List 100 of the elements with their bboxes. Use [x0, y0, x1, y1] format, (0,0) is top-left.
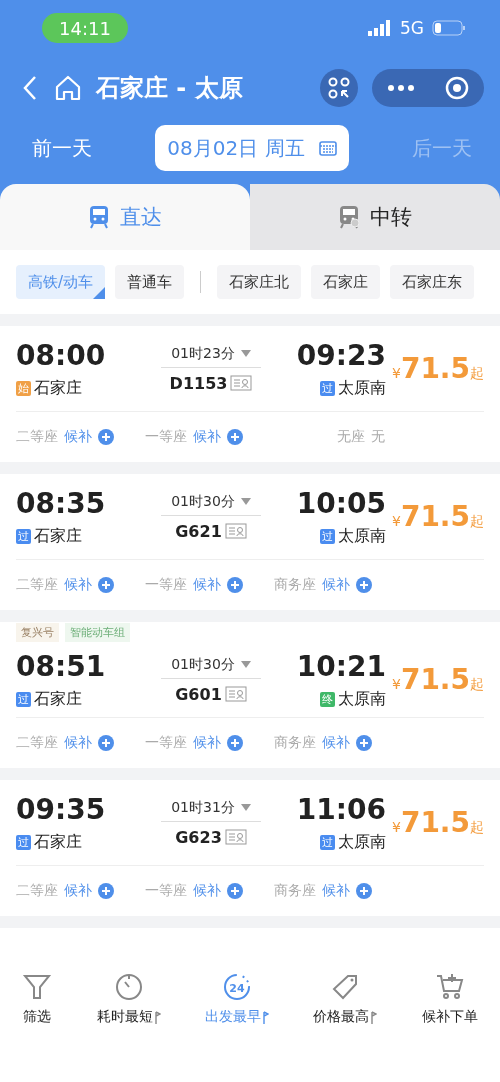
- price-suffix: 起: [470, 819, 484, 837]
- add-icon[interactable]: [98, 577, 114, 593]
- station-badge: 过: [320, 380, 335, 396]
- train-card[interactable]: 08:35 过 石家庄 01时30分 G621 10:05 过 太原南 ¥71.5起 二等座 候补 一等座 候补 商务座 候补: [0, 474, 500, 610]
- seat-status[interactable]: 候补: [64, 576, 92, 594]
- station-badge: 过: [16, 834, 31, 850]
- arrival-station: 太原南: [338, 525, 386, 547]
- more-icon[interactable]: [386, 83, 416, 93]
- add-icon[interactable]: [356, 735, 372, 751]
- seat-status[interactable]: 候补: [64, 882, 92, 900]
- train-card[interactable]: 08:00 始 石家庄 01时23分 D1153 09:23 过 太原南 ¥71.5起 二等座 候补 一等座 候补 无座 无: [0, 326, 500, 462]
- seat-status[interactable]: 候补: [64, 734, 92, 752]
- departure-time: 09:35: [16, 792, 106, 826]
- timer-icon: [113, 972, 144, 1002]
- sort-option[interactable]: 耗时最短: [92, 972, 165, 1028]
- dropdown-icon[interactable]: [240, 349, 251, 358]
- price: 71.5: [400, 352, 470, 385]
- currency-symbol: ¥: [392, 513, 401, 529]
- seat-status[interactable]: 候补: [193, 428, 221, 446]
- train-number: G623: [175, 827, 222, 847]
- calendar-icon: [318, 140, 337, 156]
- filter-chip[interactable]: 石家庄东: [390, 265, 475, 299]
- seat-status[interactable]: 候补: [193, 882, 221, 900]
- station-badge: 过: [320, 528, 335, 544]
- train-card[interactable]: 复兴号 智能动车组 08:51 过 石家庄 01时30分 G601 10:21 终 太原南 ¥71.5起 二等座 候补 一等座 候补 商务座 候补: [0, 622, 500, 768]
- add-icon[interactable]: [227, 735, 243, 751]
- departure-station: 石家庄: [34, 525, 82, 547]
- duration: 01时31分: [171, 798, 235, 817]
- filter-chip[interactable]: 石家庄北: [217, 265, 302, 299]
- signal-icon: [368, 20, 392, 36]
- ticket-info-icon: [224, 686, 247, 702]
- sort-option[interactable]: 价格最高: [309, 972, 382, 1028]
- departure-station: 石家庄: [34, 831, 82, 853]
- filter-chip[interactable]: 石家庄: [311, 265, 381, 299]
- duration: 01时30分: [171, 655, 235, 674]
- transfer-train-icon: [338, 205, 360, 229]
- seat-class: 二等座: [16, 882, 58, 900]
- seat-status[interactable]: 候补: [64, 428, 92, 446]
- departure-time: 08:51: [16, 649, 106, 683]
- duration: 01时23分: [171, 344, 235, 363]
- previous-day-link[interactable]: 前一天: [32, 134, 92, 162]
- dropdown-icon[interactable]: [240, 497, 251, 506]
- seat-class: 二等座: [16, 428, 58, 446]
- home-icon[interactable]: [54, 74, 82, 102]
- train-card[interactable]: 09:35 过 石家庄 01时31分 G623 11:06 过 太原南 ¥71.5起 二等座 候补 一等座 候补 商务座 候补: [0, 780, 500, 916]
- add-icon[interactable]: [227, 883, 243, 899]
- train-number: D1153: [169, 373, 228, 393]
- train-tag: 复兴号: [16, 622, 59, 642]
- price-suffix: 起: [470, 365, 484, 383]
- station-badge: 过: [16, 528, 31, 544]
- arrival-station: 太原南: [338, 377, 386, 399]
- add-icon[interactable]: [356, 883, 372, 899]
- dropdown-icon[interactable]: [240, 803, 251, 812]
- add-icon[interactable]: [98, 429, 114, 445]
- station-badge: 过: [320, 834, 335, 850]
- cart-plus-icon: [434, 972, 465, 1002]
- arrival-time: 09:23: [296, 338, 386, 372]
- add-icon[interactable]: [227, 577, 243, 593]
- seat-class: 一等座: [145, 428, 187, 446]
- sort-option[interactable]: 24 出发最早: [200, 972, 273, 1028]
- sort-option[interactable]: 筛选: [18, 972, 57, 1028]
- train-tag: 智能动车组: [65, 622, 130, 642]
- departure-time: 08:00: [16, 338, 106, 372]
- clock-icon: 24: [221, 972, 252, 1002]
- filter-icon: [22, 972, 53, 1002]
- tab[interactable]: 中转: [250, 184, 500, 250]
- departure-station: 石家庄: [34, 688, 82, 710]
- seat-status[interactable]: 候补: [193, 734, 221, 752]
- train-icon: [88, 205, 110, 229]
- seat-status[interactable]: 候补: [193, 576, 221, 594]
- seat-class: 商务座: [274, 576, 316, 594]
- price-suffix: 起: [470, 513, 484, 531]
- price: 71.5: [400, 806, 470, 839]
- seat-class: 无座: [337, 428, 365, 446]
- arrival-time: 10:05: [296, 486, 386, 520]
- station-badge: 终: [320, 691, 335, 707]
- add-icon[interactable]: [98, 735, 114, 751]
- filter-chip[interactable]: 普通车: [115, 265, 185, 299]
- add-icon[interactable]: [356, 577, 372, 593]
- train-number: G601: [175, 684, 222, 704]
- price: 71.5: [400, 663, 470, 696]
- dropdown-icon[interactable]: [240, 660, 251, 669]
- date-picker[interactable]: 08月02日 周五: [155, 125, 349, 171]
- departure-station: 石家庄: [34, 377, 82, 399]
- seat-status[interactable]: 候补: [322, 734, 350, 752]
- tab[interactable]: 直达: [0, 184, 250, 250]
- seat-class: 一等座: [145, 882, 187, 900]
- filter-chip[interactable]: 高铁/动车: [16, 265, 106, 299]
- ticket-info-icon: [224, 829, 247, 845]
- seat-status[interactable]: 候补: [322, 882, 350, 900]
- duration: 01时30分: [171, 492, 235, 511]
- train-number: G621: [175, 521, 222, 541]
- add-icon[interactable]: [227, 429, 243, 445]
- seat-status[interactable]: 候补: [322, 576, 350, 594]
- add-icon[interactable]: [98, 883, 114, 899]
- station-badge: 始: [16, 380, 31, 396]
- sort-option[interactable]: 候补下单: [417, 972, 482, 1028]
- seat-class: 商务座: [274, 882, 316, 900]
- scan-button[interactable]: [320, 69, 358, 107]
- close-target-icon[interactable]: [444, 75, 470, 101]
